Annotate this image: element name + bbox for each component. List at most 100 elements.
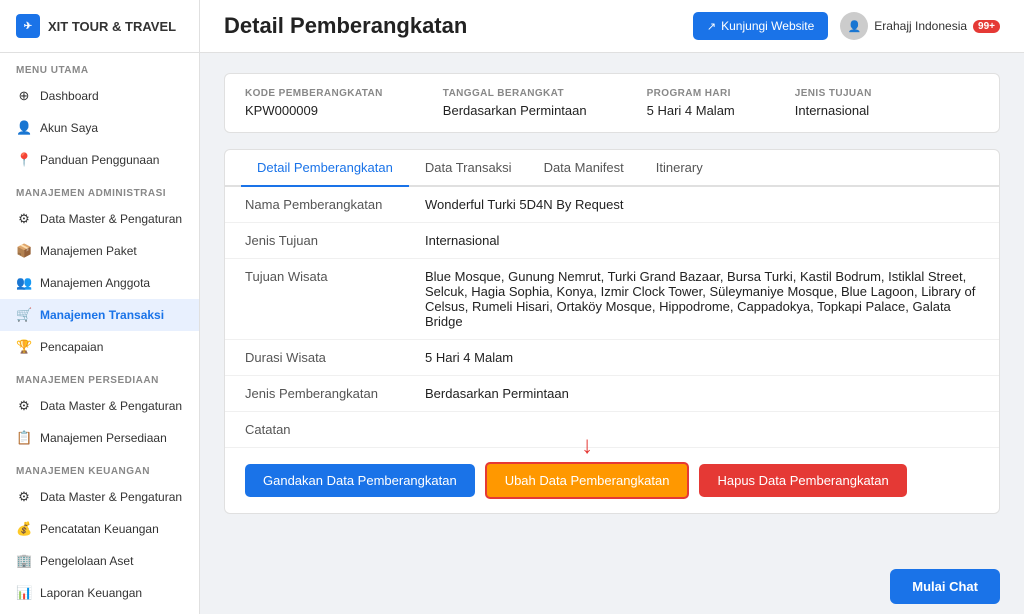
sidebar-item-data-master-admin[interactable]: ⚙ Data Master & Pengaturan [0,203,199,235]
sidebar-item-label: Laporan Keuangan [40,586,142,600]
sidebar-item-label: Data Master & Pengaturan [40,212,182,226]
settings-icon-2: ⚙ [16,398,32,414]
tab-detail[interactable]: Detail Pemberangkatan [241,150,409,187]
logo-text: XIT TOUR & TRAVEL [48,19,176,34]
money-icon: 💰 [16,521,32,537]
tab-itinerary[interactable]: Itinerary [640,150,719,187]
sidebar-logo: ✈ XIT TOUR & TRAVEL [0,0,199,53]
info-jenis: JENIS TUJUAN Internasional [795,88,872,118]
sidebar-item-manajemen-paket[interactable]: 📦 Manajemen Paket [0,235,199,267]
settings-icon-3: ⚙ [16,489,32,505]
detail-row-jenis-pemberangkatan: Jenis Pemberangkatan Berdasarkan Permint… [225,376,999,412]
info-kode: KODE PEMBERANGKATAN KPW000009 [245,88,383,118]
sidebar-item-label: Akun Saya [40,121,98,135]
label-durasi: Durasi Wisata [245,350,425,365]
dashboard-icon: ⊕ [16,88,32,104]
content-area: KODE PEMBERANGKATAN KPW000009 TANGGAL BE… [200,53,1024,559]
sidebar-item-manajemen-persediaan[interactable]: 📋 Manajemen Persediaan [0,422,199,454]
header: Detail Pemberangkatan ↗ Kunjungi Website… [200,0,1024,53]
external-link-icon: ↗ [707,20,716,33]
sidebar-item-manajemen-anggota[interactable]: 👥 Manajemen Anggota [0,267,199,299]
detail-row-nama: Nama Pemberangkatan Wonderful Turki 5D4N… [225,187,999,223]
tab-transaksi[interactable]: Data Transaksi [409,150,528,187]
info-program-label: PROGRAM HARI [647,88,735,99]
gandakan-button[interactable]: Gandakan Data Pemberangkatan [245,464,475,497]
sidebar-item-pencatatan-keuangan[interactable]: 💰 Pencatatan Keuangan [0,513,199,545]
notification-badge: 99+ [973,20,1000,33]
label-catatan: Catatan [245,422,425,437]
list-icon: 📋 [16,430,32,446]
section-title-menu-utama: MENU UTAMA [0,53,199,80]
info-jenis-value: Internasional [795,103,869,118]
sidebar-item-pengelolaan-aset[interactable]: 🏢 Pengelolaan Aset [0,545,199,577]
action-buttons: Gandakan Data Pemberangkatan ↓ Ubah Data… [225,447,999,513]
sidebar-item-pencapaian[interactable]: 🏆 Pencapaian [0,331,199,363]
visit-website-button[interactable]: ↗ Kunjungi Website [693,12,828,40]
sidebar-item-manajemen-transaksi[interactable]: 🛒 Manajemen Transaksi [0,299,199,331]
sidebar-item-akun-saya[interactable]: 👤 Akun Saya [0,112,199,144]
sidebar-item-panduan[interactable]: 📍 Panduan Penggunaan [0,144,199,176]
detail-row-jenis-tujuan: Jenis Tujuan Internasional [225,223,999,259]
hapus-button[interactable]: Hapus Data Pemberangkatan [699,464,906,497]
arrow-indicator: ↓ [581,432,593,460]
detail-row-durasi: Durasi Wisata 5 Hari 4 Malam [225,340,999,376]
guide-icon: 📍 [16,152,32,168]
sidebar-item-label: Manajemen Paket [40,244,137,258]
section-title-admin: MANAJEMEN ADMINISTRASI [0,176,199,203]
avatar: 👤 [840,12,868,40]
sidebar-item-label: Manajemen Persediaan [40,431,167,445]
cart-icon: 🛒 [16,307,32,323]
settings-icon: ⚙ [16,211,32,227]
sidebar-item-data-master-keuangan[interactable]: ⚙ Data Master & Pengaturan [0,481,199,513]
sidebar-item-label: Manajemen Anggota [40,276,150,290]
sidebar-item-dashboard[interactable]: ⊕ Dashboard [0,80,199,112]
sidebar-item-label: Dashboard [40,89,99,103]
building-icon: 🏢 [16,553,32,569]
value-jenis-tujuan: Internasional [425,233,979,248]
sidebar-item-label: Pencatatan Keuangan [40,522,159,536]
sidebar-item-label: Data Master & Pengaturan [40,399,182,413]
user-name: Erahajj Indonesia [874,19,967,33]
user-icon: 👤 [16,120,32,136]
label-jenis-tujuan: Jenis Tujuan [245,233,425,248]
sidebar-item-data-master-persediaan[interactable]: ⚙ Data Master & Pengaturan [0,390,199,422]
info-tanggal-value: Berdasarkan Permintaan [443,103,587,118]
section-title-persediaan: MANAJEMEN PERSEDIAAN [0,363,199,390]
tab-bar: Detail Pemberangkatan Data Transaksi Dat… [225,150,999,187]
detail-table: Nama Pemberangkatan Wonderful Turki 5D4N… [225,187,999,447]
value-durasi: 5 Hari 4 Malam [425,350,979,365]
trophy-icon: 🏆 [16,339,32,355]
sidebar-item-label: Pencapaian [40,340,103,354]
main-content: Detail Pemberangkatan ↗ Kunjungi Website… [200,0,1024,614]
info-tanggal: TANGGAL BERANGKAT Berdasarkan Permintaan [443,88,587,118]
sidebar-item-label: Panduan Penggunaan [40,153,159,167]
label-jenis-pemberangkatan: Jenis Pemberangkatan [245,386,425,401]
sidebar-item-label: Data Master & Pengaturan [40,490,182,504]
tab-manifest[interactable]: Data Manifest [528,150,640,187]
sidebar-item-laporan-keuangan[interactable]: 📊 Laporan Keuangan [0,577,199,609]
sidebar: ✈ XIT TOUR & TRAVEL MENU UTAMA ⊕ Dashboa… [0,0,200,614]
info-bar: KODE PEMBERANGKATAN KPW000009 TANGGAL BE… [224,73,1000,133]
ubah-button[interactable]: Ubah Data Pemberangkatan [485,462,690,499]
value-jenis-pemberangkatan: Berdasarkan Permintaan [425,386,979,401]
info-jenis-label: JENIS TUJUAN [795,88,872,99]
mulai-chat-button[interactable]: Mulai Chat [890,569,1000,604]
page-title: Detail Pemberangkatan [224,13,467,39]
detail-row-tujuan-wisata: Tujuan Wisata Blue Mosque, Gunung Nemrut… [225,259,999,340]
value-tujuan-wisata: Blue Mosque, Gunung Nemrut, Turki Grand … [425,269,979,329]
detail-card: Detail Pemberangkatan Data Transaksi Dat… [224,149,1000,514]
header-right: ↗ Kunjungi Website 👤 Erahajj Indonesia 9… [693,12,1000,40]
section-title-keuangan: MANAJEMEN KEUANGAN [0,454,199,481]
detail-row-catatan: Catatan [225,412,999,447]
package-icon: 📦 [16,243,32,259]
info-kode-label: KODE PEMBERANGKATAN [245,88,383,99]
members-icon: 👥 [16,275,32,291]
user-info: 👤 Erahajj Indonesia 99+ [840,12,1000,40]
label-tujuan-wisata: Tujuan Wisata [245,269,425,284]
info-kode-value: KPW000009 [245,103,318,118]
info-program: PROGRAM HARI 5 Hari 4 Malam [647,88,735,118]
label-nama: Nama Pemberangkatan [245,197,425,212]
chart-icon: 📊 [16,585,32,601]
sidebar-item-label: Pengelolaan Aset [40,554,133,568]
visit-website-label: Kunjungi Website [721,19,814,33]
